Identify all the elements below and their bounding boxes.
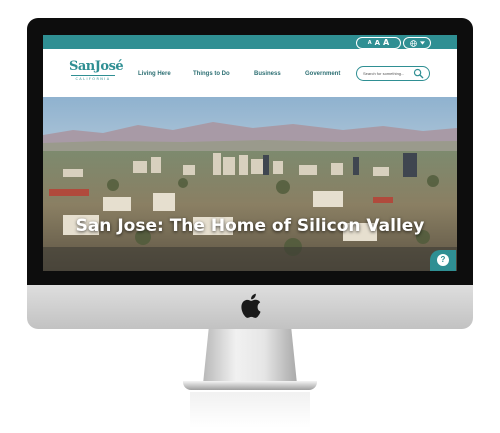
search-icon[interactable] [413,68,424,79]
website-screen: A A A SanJosé CALIFORNIA Living Here Thi… [43,35,457,271]
search-box[interactable]: Search for something... [356,66,430,81]
language-selector[interactable] [403,37,431,49]
stand-reflection [190,392,310,428]
main-header: SanJosé CALIFORNIA Living Here Things to… [43,49,457,97]
city-skyline-image [43,97,457,271]
monitor-stand-neck [203,329,297,384]
nav-living-here[interactable]: Living Here [138,71,171,78]
help-icon: ? [437,254,449,266]
font-size-large-button[interactable]: A [383,38,389,48]
font-size-small-button[interactable]: A [368,38,372,48]
nav-government[interactable]: Government [305,71,340,78]
logo-divider [71,75,115,76]
logo-subtitle: CALIFORNIA [75,77,111,81]
globe-icon [409,39,417,47]
font-size-medium-button[interactable]: A [375,38,380,48]
site-logo[interactable]: SanJosé CALIFORNIA [69,59,124,90]
chevron-down-icon [419,41,425,45]
hero-banner: San Jose: The Home of Silicon Valley [43,97,457,271]
font-size-controls: A A A [356,37,401,49]
apple-logo-icon [241,293,261,318]
nav-business[interactable]: Business [254,71,281,78]
utility-bar: A A A [43,35,457,49]
nav-things-to-do[interactable]: Things to Do [193,71,230,78]
logo-wordmark: SanJosé [69,59,124,74]
search-input[interactable]: Search for something... [363,70,404,77]
imac-mockup: A A A SanJosé CALIFORNIA Living Here Thi… [0,0,500,433]
hero-title: San Jose: The Home of Silicon Valley [75,216,425,236]
monitor-stand-base [183,381,317,390]
help-button[interactable]: ? [430,250,456,271]
